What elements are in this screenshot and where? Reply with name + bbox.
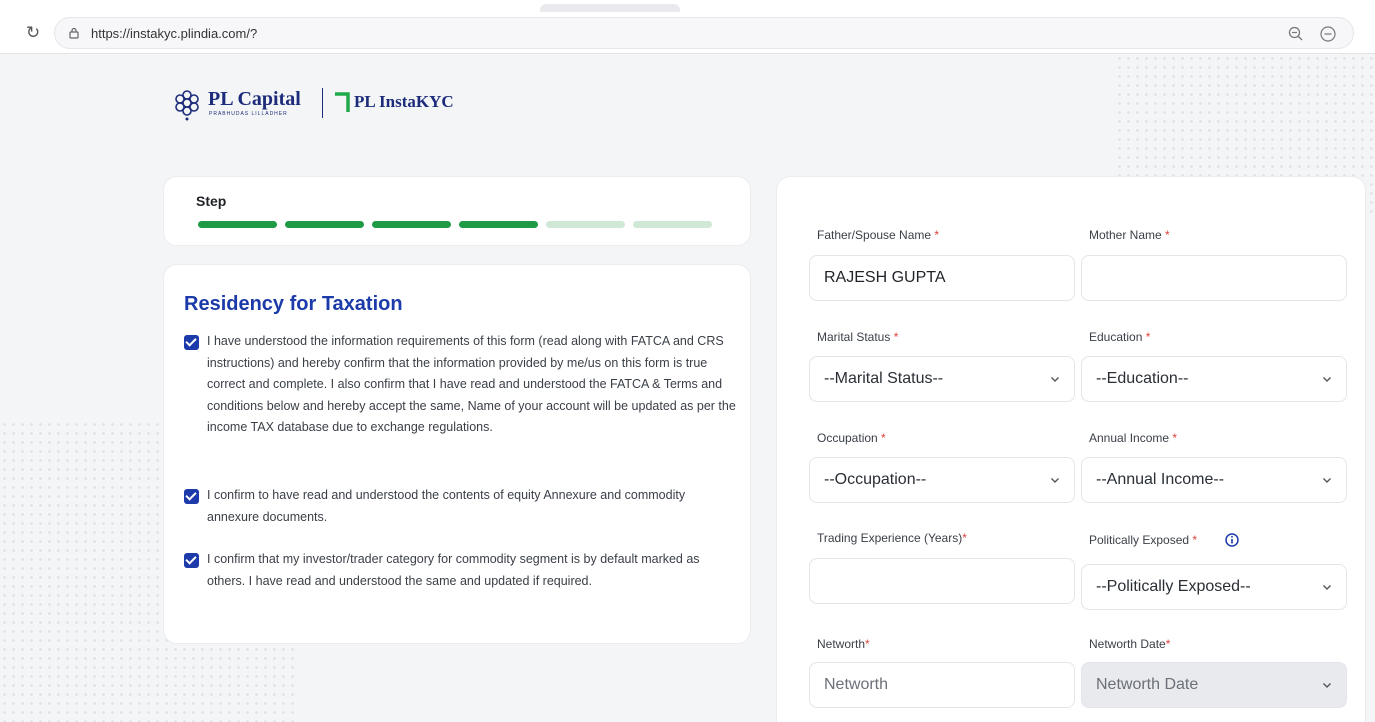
label-text: Occupation bbox=[817, 431, 878, 445]
selected-value: --Occupation-- bbox=[824, 471, 927, 488]
chevron-down-icon bbox=[1051, 478, 1059, 483]
required-marker: * bbox=[934, 228, 940, 242]
occupation-label: Occupation * bbox=[817, 431, 886, 445]
step-bar-2 bbox=[285, 221, 364, 228]
zoom-icon[interactable] bbox=[1287, 25, 1305, 43]
networth-input[interactable]: Networth bbox=[809, 662, 1075, 708]
label-text: Networth Date bbox=[1089, 637, 1166, 651]
chevron-down-icon bbox=[1323, 683, 1331, 688]
label-text: Education bbox=[1089, 330, 1143, 344]
declaration-item: I confirm to have read and understood th… bbox=[184, 487, 737, 528]
residency-title: Residency for Taxation bbox=[184, 293, 403, 315]
declaration-text: I have understood the information requir… bbox=[207, 334, 736, 434]
step-bar-6 bbox=[633, 221, 712, 228]
step-progress-bars bbox=[198, 221, 712, 228]
residency-card: Residency for Taxation I have understood… bbox=[163, 264, 751, 644]
brand-tagline: PRABHUDAS LILLADHER bbox=[209, 111, 288, 117]
label-text: Trading Experience (Years) bbox=[817, 531, 963, 545]
networth-date-select[interactable]: Networth Date bbox=[1081, 662, 1347, 708]
required-marker: * bbox=[1145, 330, 1151, 344]
url-field[interactable]: https://instakyc.plindia.com/? bbox=[54, 17, 1354, 49]
declaration-item: I confirm that my investor/trader catego… bbox=[184, 551, 737, 592]
required-marker: * bbox=[881, 431, 886, 445]
occupation-select[interactable]: --Occupation-- bbox=[809, 457, 1075, 503]
label-text: Father/Spouse Name bbox=[817, 228, 932, 242]
product-name: PL InstaKYC bbox=[354, 92, 454, 111]
education-label: Education * bbox=[1089, 330, 1150, 344]
declaration-checkbox[interactable] bbox=[184, 489, 199, 504]
required-marker: * bbox=[1192, 533, 1198, 547]
step-bar-5 bbox=[546, 221, 625, 228]
trading-experience-label: Trading Experience (Years)* bbox=[817, 531, 967, 545]
chevron-down-icon bbox=[1051, 377, 1059, 382]
site-info-icon[interactable] bbox=[67, 26, 81, 40]
required-marker: * bbox=[1165, 228, 1170, 242]
politically-exposed-label: Politically Exposed * bbox=[1089, 533, 1197, 547]
browser-menu-icon[interactable] bbox=[1319, 25, 1337, 43]
required-marker: * bbox=[1165, 637, 1171, 651]
step-label: Step bbox=[196, 193, 227, 209]
marital-status-select[interactable]: --Marital Status-- bbox=[809, 356, 1075, 402]
step-bar-1 bbox=[198, 221, 277, 228]
networth-date-label: Networth Date* bbox=[1089, 637, 1170, 651]
chevron-down-icon bbox=[1323, 478, 1331, 483]
brand-name: PL Capital bbox=[208, 88, 301, 110]
required-marker: * bbox=[865, 637, 870, 651]
browser-address-bar: ↻ https://instakyc.plindia.com/? bbox=[0, 12, 1375, 54]
step-bar-3 bbox=[372, 221, 451, 228]
declaration-checkbox[interactable] bbox=[184, 335, 199, 350]
browser-tab[interactable] bbox=[540, 4, 680, 12]
annual-income-label: Annual Income * bbox=[1089, 431, 1177, 445]
selected-value: Networth Date bbox=[1096, 676, 1199, 693]
url-text[interactable]: https://instakyc.plindia.com/? bbox=[91, 26, 257, 41]
declaration-checkbox[interactable] bbox=[184, 553, 199, 568]
logo-divider bbox=[322, 88, 323, 118]
required-marker: * bbox=[893, 330, 899, 344]
trading-experience-input[interactable] bbox=[809, 558, 1075, 604]
label-text: Mother Name bbox=[1089, 228, 1162, 242]
marital-status-label: Marital Status * bbox=[817, 330, 898, 344]
chevron-down-icon bbox=[1323, 377, 1331, 382]
pl-capital-logo-icon bbox=[175, 90, 199, 121]
label-text: Politically Exposed bbox=[1089, 533, 1190, 547]
step-progress-card: Step bbox=[163, 176, 751, 246]
declaration-item: I have understood the information requir… bbox=[184, 333, 737, 439]
step-bar-4 bbox=[459, 221, 538, 228]
politically-exposed-select[interactable]: --Politically Exposed-- bbox=[1081, 564, 1347, 610]
selected-value: --Politically Exposed-- bbox=[1096, 578, 1251, 595]
mother-name-label: Mother Name * bbox=[1089, 228, 1170, 242]
declaration-text: I confirm that my investor/trader catego… bbox=[207, 552, 700, 588]
required-marker: * bbox=[962, 531, 967, 545]
required-marker: * bbox=[1172, 431, 1178, 445]
selected-value: --Marital Status-- bbox=[824, 370, 944, 387]
info-icon[interactable] bbox=[1225, 533, 1239, 547]
instakyc-logo-icon bbox=[335, 92, 350, 112]
annual-income-select[interactable]: --Annual Income-- bbox=[1081, 457, 1347, 503]
father-spouse-input[interactable]: RAJESH GUPTA bbox=[809, 255, 1075, 301]
chevron-down-icon bbox=[1323, 585, 1331, 590]
selected-value: --Education-- bbox=[1096, 370, 1189, 387]
label-text: Marital Status bbox=[817, 330, 891, 344]
declaration-text: I confirm to have read and understood th… bbox=[207, 488, 686, 524]
selected-value: --Annual Income-- bbox=[1096, 471, 1225, 488]
education-select[interactable]: --Education-- bbox=[1081, 356, 1347, 402]
label-text: Annual Income bbox=[1089, 431, 1170, 445]
label-text: Networth bbox=[817, 637, 866, 651]
father-spouse-label: Father/Spouse Name * bbox=[817, 228, 939, 242]
browser-tabstrip bbox=[0, 0, 1375, 12]
networth-label: Networth* bbox=[817, 637, 870, 651]
reload-icon[interactable]: ↻ bbox=[22, 22, 44, 44]
personal-details-card: Father/Spouse Name * Mother Name * RAJES… bbox=[776, 176, 1366, 722]
mother-name-input[interactable] bbox=[1081, 255, 1347, 301]
